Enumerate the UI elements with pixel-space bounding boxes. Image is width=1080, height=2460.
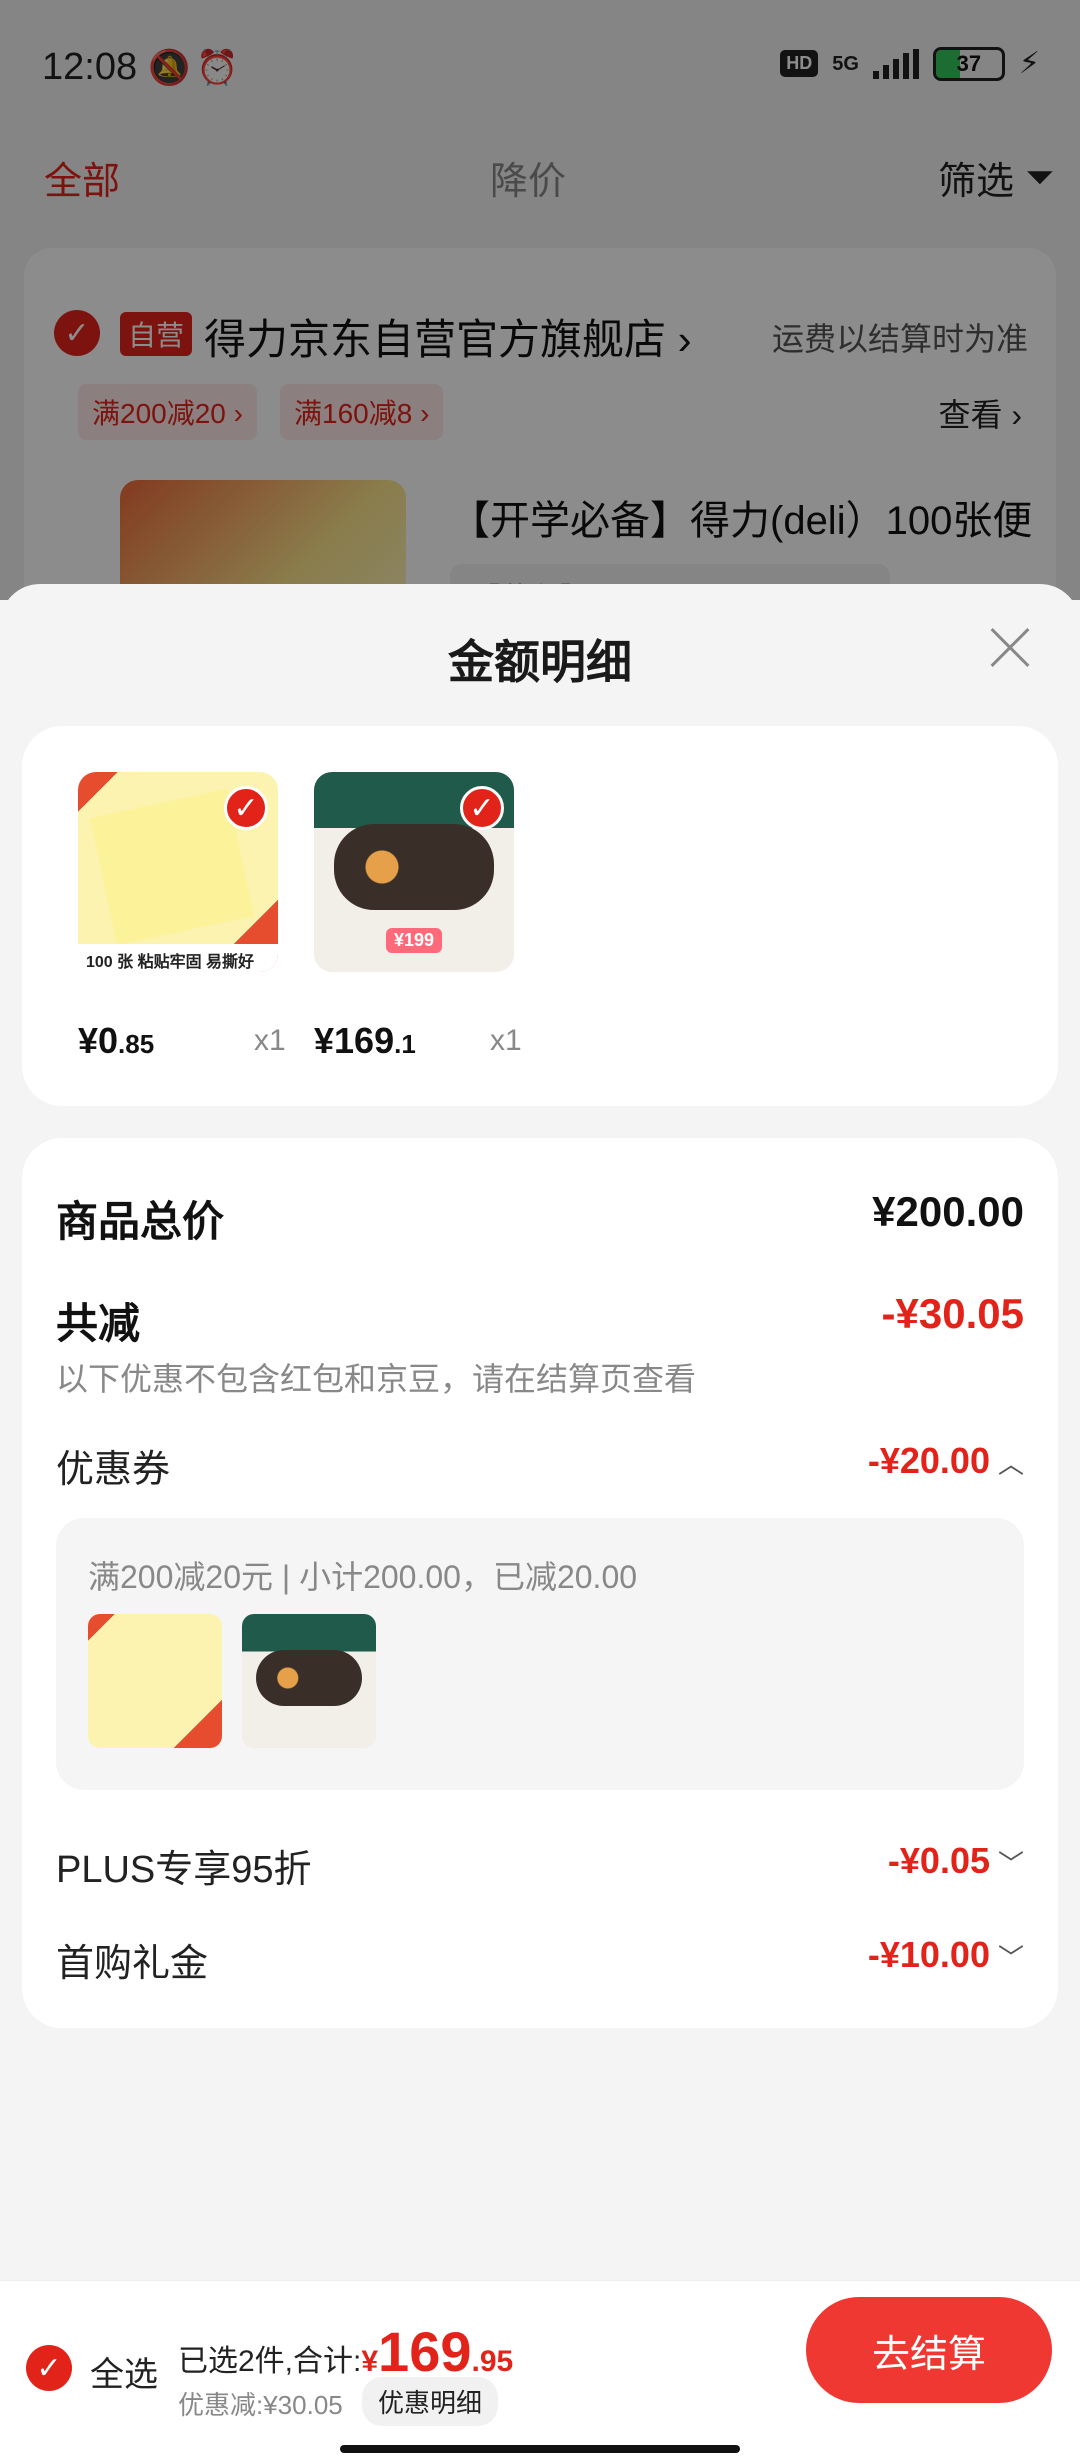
overlay-dim[interactable]: [0, 0, 1080, 600]
first-purchase-row[interactable]: 首购礼金 -¥10.00 ﹀: [56, 1932, 1024, 1987]
amount-detail-sheet: 金额明细 100 张 粘贴牢固 易撕好撕 ✓ ¥0.85 x1 ¥199 ✓ ¥…: [0, 584, 1080, 2460]
coupon-detail: 满200减20元 | 小计200.00，已减20.00: [88, 1559, 638, 1595]
total-decimal: .95: [471, 2345, 514, 2378]
reduce-note: 以下优惠不包含红包和京豆，请在结算页查看: [56, 1361, 697, 1397]
selected-summary: 已选2件,合计:¥169.95: [178, 2319, 513, 2384]
product-thumbnail[interactable]: 100 张 粘贴牢固 易撕好撕 ✓: [78, 772, 278, 972]
close-icon[interactable]: [980, 618, 1040, 678]
coupon-item-thumbnail[interactable]: [242, 1614, 376, 1748]
home-indicator[interactable]: [340, 2445, 740, 2453]
item-quantity: x1: [490, 1024, 522, 1057]
bottom-bar: ✓ 全选 已选2件,合计:¥169.95 优惠减:¥30.05 优惠明细 去结算: [0, 2280, 1080, 2460]
item-quantity: x1: [254, 1024, 286, 1057]
thumbnail-price-tag: ¥199: [386, 928, 443, 953]
reduce-label: 共减: [56, 1300, 141, 1347]
total-integer: 169: [378, 2320, 472, 2383]
coupon-item-thumbnail[interactable]: [88, 1614, 222, 1748]
items-card: 100 张 粘贴牢固 易撕好撕 ✓ ¥0.85 x1 ¥199 ✓ ¥169.1…: [22, 726, 1058, 1106]
thumbnail-caption: 100 张 粘贴牢固 易撕好撕: [78, 944, 278, 972]
checkout-button[interactable]: 去结算: [806, 2297, 1052, 2403]
sheet-title: 金额明细: [448, 636, 632, 688]
coupon-row[interactable]: 优惠券 -¥20.00 ︿: [56, 1438, 1024, 1493]
total-row: 商品总价 ¥200.00: [56, 1188, 1024, 1249]
reduce-row: 共减 -¥30.05: [56, 1290, 1024, 1351]
item-checkbox[interactable]: ✓: [460, 786, 504, 830]
item-checkbox[interactable]: ✓: [224, 786, 268, 830]
select-all-label[interactable]: 全选: [90, 2347, 158, 2396]
chevron-up-icon: ︿: [997, 1449, 1024, 1479]
chevron-down-icon: ﹀: [997, 1943, 1024, 1973]
item-1: 100 张 粘贴牢固 易撕好撕 ✓ ¥0.85 x1: [78, 772, 318, 1061]
coupon-value[interactable]: -¥20.00 ︿: [868, 1440, 1024, 1482]
total-label: 商品总价: [56, 1198, 225, 1245]
discount-info: 优惠减:¥30.05: [178, 2390, 343, 2420]
coupon-label: 优惠券: [56, 1449, 171, 1491]
reduce-value: -¥30.05: [881, 1290, 1024, 1337]
total-value: ¥200.00: [872, 1188, 1024, 1235]
product-thumbnail[interactable]: ¥199 ✓: [314, 772, 514, 972]
plus-value[interactable]: -¥0.05 ﹀: [888, 1840, 1024, 1882]
discount-detail-button[interactable]: 优惠明细: [362, 2377, 499, 2426]
item-price: ¥0.85: [78, 1020, 155, 1061]
coupon-detail-box: 满200减20元 | 小计200.00，已减20.00: [56, 1518, 1024, 1790]
item-price: ¥169.1: [314, 1020, 416, 1061]
summary-card: 商品总价 ¥200.00 共减 -¥30.05 以下优惠不包含红包和京豆，请在结…: [22, 1138, 1058, 2028]
selected-info: 已选2件,合计:: [178, 2345, 362, 2378]
reduce-note-row: 以下优惠不包含红包和京豆，请在结算页查看: [56, 1354, 1024, 1400]
first-purchase-value[interactable]: -¥10.00 ﹀: [868, 1934, 1024, 1976]
plus-label: PLUS专享95折: [56, 1849, 312, 1891]
total-symbol: ¥: [361, 2345, 379, 2378]
first-purchase-label: 首购礼金: [56, 1943, 209, 1985]
chevron-down-icon: ﹀: [997, 1849, 1024, 1879]
plus-row[interactable]: PLUS专享95折 -¥0.05 ﹀: [56, 1838, 1024, 1893]
item-2: ¥199 ✓ ¥169.1 x1: [314, 772, 554, 1061]
select-all-checkbox[interactable]: ✓: [26, 2345, 72, 2391]
